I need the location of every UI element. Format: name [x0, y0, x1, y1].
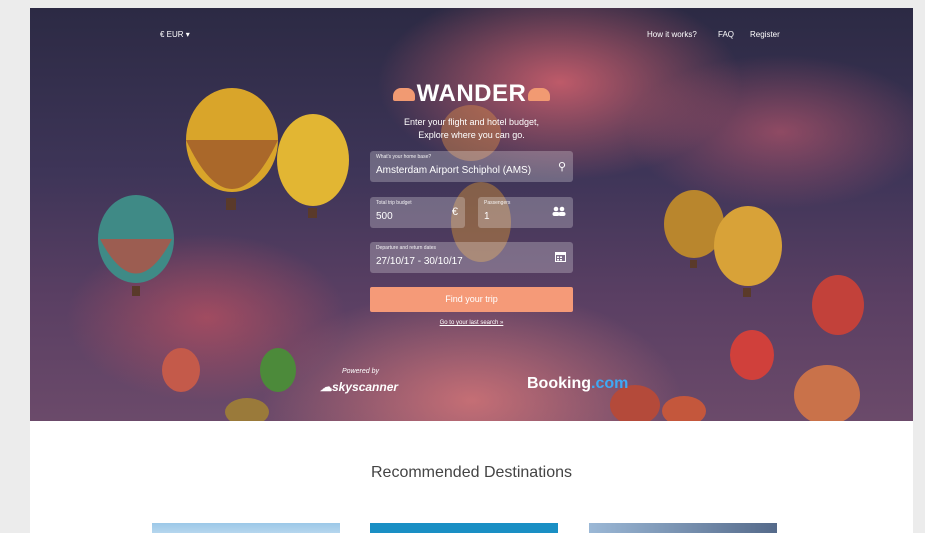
register-link[interactable]: Register — [750, 30, 780, 39]
home-base-label: What's your home base? — [376, 154, 432, 160]
powered-by-label: Powered by — [342, 368, 379, 375]
section-title: Recommended Destinations — [371, 464, 572, 481]
skyscanner-logo: ☁skyscanner — [320, 380, 399, 394]
find-your-trip-button[interactable]: Find your trip — [370, 287, 573, 312]
map-pin-icon: ⚲ — [557, 161, 566, 173]
destination-card[interactable] — [589, 523, 777, 533]
skyscanner-icon: ☁ — [320, 380, 332, 394]
dates-label: Departure and return dates — [376, 245, 437, 251]
hot-air-balloons-background — [98, 88, 864, 421]
home-base-value[interactable]: Amsterdam Airport Schiphol (AMS) — [376, 165, 531, 176]
budget-field[interactable]: Total trip budget 500 € — [370, 197, 465, 228]
faq-link[interactable]: FAQ — [718, 30, 734, 39]
destination-card[interactable] — [152, 523, 340, 533]
hero-banner: € EUR ▾ How it works? FAQ Register WANDE… — [30, 8, 913, 421]
dates-value[interactable]: 27/10/17 - 30/10/17 — [376, 256, 463, 267]
currency-selector[interactable]: € EUR ▾ — [160, 30, 190, 39]
passengers-value[interactable]: 1 — [484, 211, 490, 222]
how-it-works-link[interactable]: How it works? — [647, 30, 697, 39]
passengers-field[interactable]: Passengers 1 — [478, 197, 573, 228]
cloud-right-icon — [528, 88, 551, 102]
home-base-field[interactable]: What's your home base? Amsterdam Airport… — [370, 151, 573, 182]
budget-value[interactable]: 500 — [376, 211, 393, 222]
euro-icon: € — [451, 206, 458, 218]
passengers-label: Passengers — [484, 200, 511, 206]
tagline-line-1: Enter your flight and hotel budget, — [403, 117, 540, 127]
page: € EUR ▾ How it works? FAQ Register WANDE… — [30, 8, 913, 533]
tagline-line-2: Explore where you can go. — [418, 130, 525, 140]
cloud-left-icon — [392, 88, 415, 102]
logo: WANDER — [30, 80, 913, 108]
budget-label: Total trip budget — [376, 200, 412, 206]
destination-card[interactable] — [370, 523, 558, 533]
last-search-link[interactable]: Go to your last search » — [370, 320, 573, 326]
calendar-icon — [555, 251, 566, 265]
booking-logo: Booking.com — [527, 375, 629, 392]
dates-field[interactable]: Departure and return dates 27/10/17 - 30… — [370, 242, 573, 273]
users-icon — [552, 206, 566, 219]
